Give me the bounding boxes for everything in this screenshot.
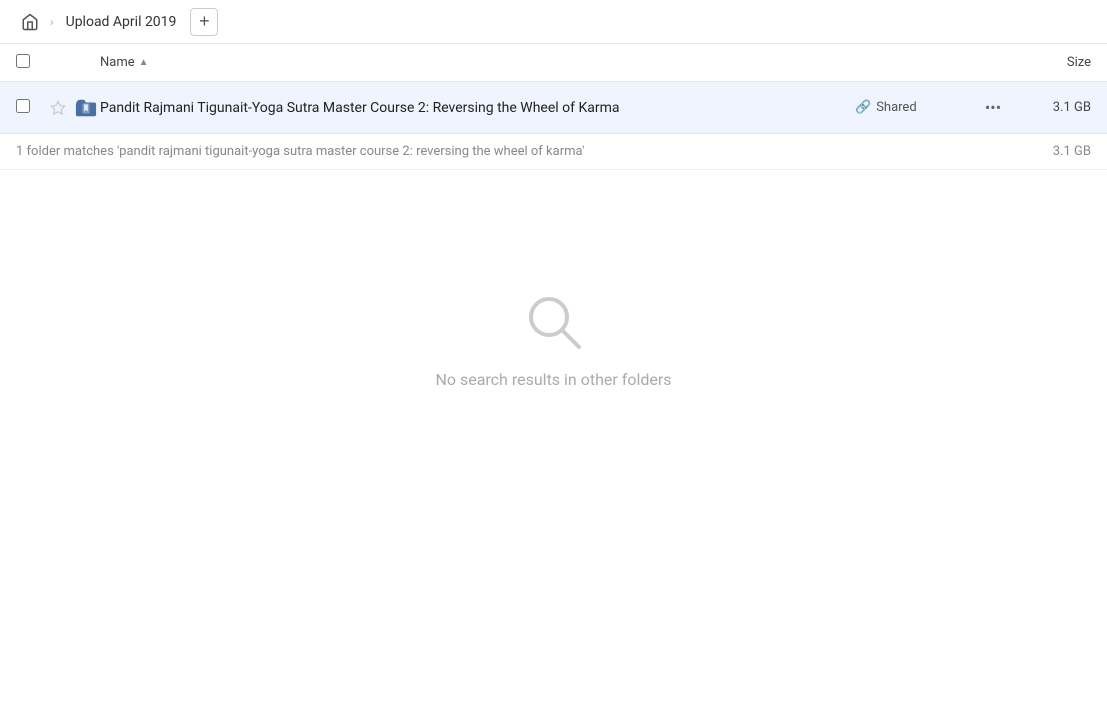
more-options-button[interactable]: ••• bbox=[975, 98, 1011, 117]
name-column-header[interactable]: Name ▲ bbox=[100, 55, 855, 70]
breadcrumb-separator: › bbox=[50, 15, 54, 29]
table-header: Name ▲ Size bbox=[0, 44, 1107, 82]
home-button[interactable] bbox=[16, 8, 44, 36]
checkbox-all[interactable] bbox=[16, 54, 30, 68]
table-row[interactable]: Pandit Rajmani Tigunait-Yoga Sutra Maste… bbox=[0, 82, 1107, 134]
row-checkbox-wrap[interactable] bbox=[16, 99, 44, 117]
name-label: Name bbox=[100, 55, 135, 70]
size-column-header: Size bbox=[1011, 55, 1091, 70]
no-results-search-icon bbox=[522, 290, 586, 354]
match-size: 3.1 GB bbox=[1053, 144, 1091, 159]
shared-badge: 🔗 Shared bbox=[855, 100, 975, 115]
match-count-row: 1 folder matches 'pandit rajmani tigunai… bbox=[0, 134, 1107, 170]
no-results-label: No search results in other folders bbox=[435, 370, 671, 389]
shared-label: Shared bbox=[876, 100, 916, 115]
file-size: 3.1 GB bbox=[1011, 100, 1091, 115]
star-icon[interactable] bbox=[44, 100, 72, 116]
breadcrumb-item[interactable]: Upload April 2019 bbox=[60, 10, 183, 34]
file-name: Pandit Rajmani Tigunait-Yoga Sutra Maste… bbox=[100, 100, 855, 116]
match-text: 1 folder matches 'pandit rajmani tigunai… bbox=[16, 144, 584, 159]
row-checkbox[interactable] bbox=[16, 99, 30, 113]
sort-arrow-icon: ▲ bbox=[139, 57, 149, 68]
link-icon: 🔗 bbox=[855, 100, 871, 115]
breadcrumb-bar: › Upload April 2019 + bbox=[0, 0, 1107, 44]
folder-svg bbox=[75, 97, 97, 119]
empty-state: No search results in other folders bbox=[0, 290, 1107, 389]
select-all-checkbox[interactable] bbox=[16, 54, 44, 72]
add-button[interactable]: + bbox=[190, 8, 218, 36]
folder-icon bbox=[72, 97, 100, 119]
